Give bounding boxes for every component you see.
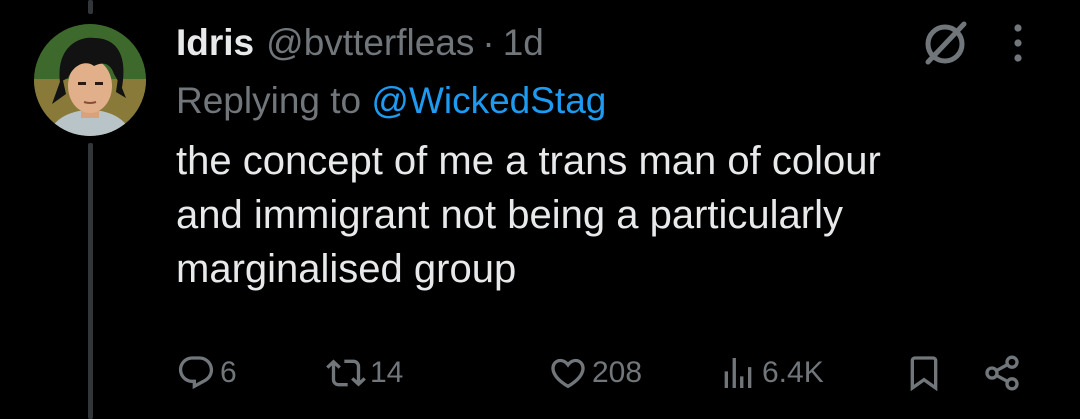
share-button[interactable] bbox=[982, 350, 1022, 396]
retweet-icon bbox=[326, 359, 366, 387]
retweet-count: 14 bbox=[370, 356, 404, 389]
views-count: 6.4K bbox=[762, 356, 824, 389]
share-icon bbox=[985, 355, 1019, 391]
replying-to-mention[interactable]: @WickedStag bbox=[371, 80, 606, 121]
separator-dot: · bbox=[482, 22, 495, 63]
like-button[interactable]: 208 bbox=[548, 350, 642, 396]
tweet-content: Idris @bvtterfleas · 1d Replying to @Wic… bbox=[176, 18, 1056, 296]
bookmark-icon bbox=[910, 356, 938, 392]
reply-count: 6 bbox=[220, 356, 237, 389]
tweet-timestamp[interactable]: 1d bbox=[503, 18, 544, 68]
bookmark-button[interactable] bbox=[904, 350, 944, 396]
avatar[interactable] bbox=[34, 24, 146, 136]
tweet-text: the concept of me a trans man of colour … bbox=[176, 134, 1036, 296]
tweet-actions: 6 14 208 6.4K bbox=[176, 350, 1056, 396]
reply-button[interactable]: 6 bbox=[176, 350, 237, 396]
avatar-image bbox=[34, 24, 146, 136]
header-icons bbox=[920, 18, 1056, 68]
thread-line-bottom bbox=[88, 143, 93, 419]
like-icon bbox=[551, 358, 585, 389]
grok-icon[interactable] bbox=[920, 17, 972, 69]
views-icon bbox=[724, 358, 752, 388]
author-handle[interactable]: @bvtterfleas bbox=[266, 18, 474, 68]
like-count: 208 bbox=[592, 356, 643, 389]
reply-icon bbox=[178, 356, 214, 390]
views-button[interactable]: 6.4K bbox=[718, 350, 824, 396]
thread-line-top bbox=[88, 0, 93, 14]
author-display-name[interactable]: Idris bbox=[176, 18, 254, 68]
more-icon[interactable] bbox=[1008, 21, 1028, 65]
tweet-text-line: and immigrant not being a particularly bbox=[176, 193, 844, 237]
replying-to: Replying to @WickedStag bbox=[176, 76, 1056, 126]
replying-to-prefix: Replying to bbox=[176, 80, 362, 121]
retweet-button[interactable]: 14 bbox=[326, 350, 403, 396]
tweet-text-line: the concept of me a trans man of colour bbox=[176, 139, 881, 183]
tweet-text-line: marginalised group bbox=[176, 247, 517, 291]
